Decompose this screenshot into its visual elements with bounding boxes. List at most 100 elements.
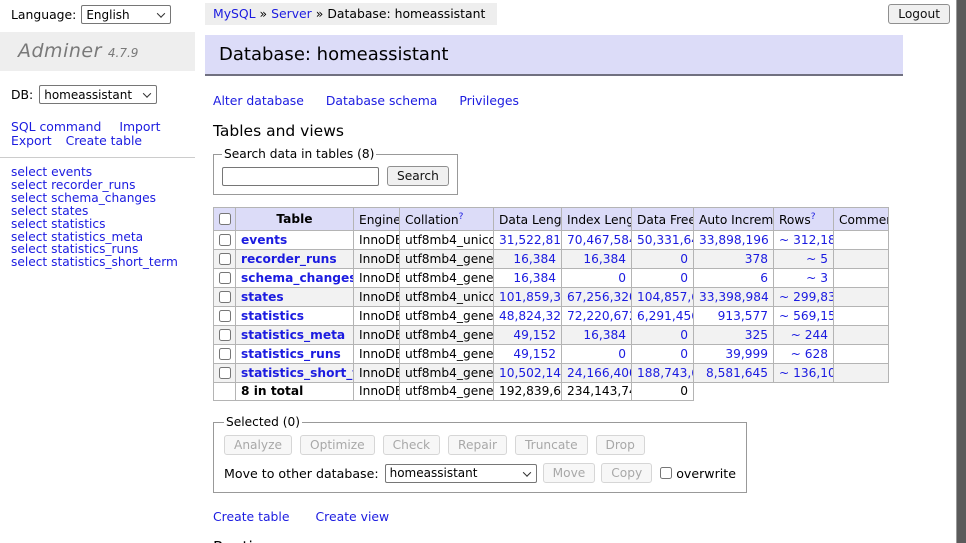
- rows-link[interactable]: ~ 136,108: [779, 366, 834, 380]
- table-link[interactable]: statistics_runs: [51, 242, 138, 256]
- logout-button[interactable]: Logout: [888, 4, 950, 24]
- truncate-button[interactable]: Truncate: [515, 435, 588, 455]
- row-checkbox[interactable]: [219, 367, 231, 379]
- optimize-button[interactable]: Optimize: [300, 435, 375, 455]
- privileges-link[interactable]: Privileges: [459, 93, 519, 108]
- table-name-link[interactable]: states: [241, 290, 284, 304]
- data-length-link[interactable]: 31,522,816: [499, 233, 562, 247]
- sidebar-link-export[interactable]: Export: [11, 133, 52, 148]
- table-name-link[interactable]: statistics_meta: [241, 328, 345, 342]
- breadcrumb-link[interactable]: MySQL: [213, 6, 256, 21]
- row-checkbox[interactable]: [219, 253, 231, 265]
- select-link[interactable]: select: [11, 204, 47, 218]
- copy-button[interactable]: Copy: [601, 463, 652, 483]
- sidebar-link-sql-command[interactable]: SQL command: [11, 119, 101, 134]
- alter-database-link[interactable]: Alter database: [213, 93, 304, 108]
- auto-increment-link[interactable]: 913,577: [718, 309, 768, 323]
- breadcrumb-link[interactable]: Server: [271, 6, 312, 21]
- table-link[interactable]: states: [51, 204, 88, 218]
- select-link[interactable]: select: [11, 230, 47, 244]
- data-length-link[interactable]: 48,824,320: [499, 309, 562, 323]
- select-all-checkbox[interactable]: [219, 213, 231, 225]
- rows-link[interactable]: ~ 628: [791, 347, 828, 361]
- auto-increment-link[interactable]: 8,581,645: [706, 366, 768, 380]
- table-name-link[interactable]: statistics_short_term: [241, 366, 354, 380]
- row-checkbox[interactable]: [219, 234, 231, 246]
- data-length-link[interactable]: 16,384: [513, 252, 556, 266]
- scrollbar[interactable]: [956, 0, 966, 543]
- data-length-link[interactable]: 16,384: [513, 271, 556, 285]
- row-checkbox[interactable]: [219, 272, 231, 284]
- index-length-link[interactable]: 0: [618, 271, 626, 285]
- rows-link[interactable]: ~ 244: [791, 328, 828, 342]
- table-name-link[interactable]: statistics_runs: [241, 347, 341, 361]
- select-link[interactable]: select: [11, 165, 47, 179]
- data-length-link[interactable]: 10,502,144: [499, 366, 562, 380]
- rows-link[interactable]: ~ 299,833: [779, 290, 834, 304]
- data-free-link[interactable]: 188,743,680: [637, 366, 694, 380]
- database-schema-link[interactable]: Database schema: [326, 93, 437, 108]
- drop-button[interactable]: Drop: [596, 435, 645, 455]
- data-length-link[interactable]: 101,859,328: [499, 290, 562, 304]
- analyze-button[interactable]: Analyze: [224, 435, 292, 455]
- index-length-link[interactable]: 16,384: [583, 252, 626, 266]
- data-free-link[interactable]: 0: [680, 252, 688, 266]
- row-checkbox[interactable]: [219, 329, 231, 341]
- row-checkbox[interactable]: [219, 291, 231, 303]
- data-length-link[interactable]: 49,152: [513, 328, 556, 342]
- data-length-link[interactable]: 49,152: [513, 347, 556, 361]
- table-link[interactable]: events: [51, 165, 92, 179]
- index-length-link[interactable]: 0: [618, 347, 626, 361]
- move-database-select[interactable]: homeassistant: [385, 464, 537, 483]
- data-free-link[interactable]: 0: [680, 271, 688, 285]
- data-free-link[interactable]: 0: [680, 347, 688, 361]
- create-view-link[interactable]: Create view: [316, 509, 390, 524]
- data-free-link[interactable]: 6,291,456: [637, 309, 694, 323]
- table-link[interactable]: schema_changes: [51, 191, 156, 205]
- auto-increment-link[interactable]: 378: [745, 252, 768, 266]
- rows-link[interactable]: ~ 312,180: [779, 233, 834, 247]
- search-input[interactable]: [222, 167, 379, 186]
- index-length-link[interactable]: 70,467,584: [567, 233, 632, 247]
- overwrite-checkbox[interactable]: [660, 467, 672, 479]
- row-checkbox[interactable]: [219, 310, 231, 322]
- select-link[interactable]: select: [11, 191, 47, 205]
- table-link[interactable]: statistics: [51, 217, 105, 231]
- scrollbar-thumb[interactable]: [957, 0, 966, 543]
- table-link[interactable]: statistics_short_term: [51, 255, 178, 269]
- language-select[interactable]: English: [81, 5, 171, 24]
- auto-increment-link[interactable]: 33,398,984: [699, 290, 769, 304]
- select-link[interactable]: select: [11, 242, 47, 256]
- data-free-link[interactable]: 104,857,600: [637, 290, 694, 304]
- index-length-link[interactable]: 16,384: [583, 328, 626, 342]
- create-table-link[interactable]: Create table: [213, 509, 290, 524]
- rows-link[interactable]: ~ 569,159: [779, 309, 834, 323]
- auto-increment-link[interactable]: 325: [745, 328, 768, 342]
- select-link[interactable]: select: [11, 178, 47, 192]
- help-link[interactable]: ?: [459, 212, 464, 222]
- adminer-logo-link[interactable]: Adminer: [18, 40, 102, 62]
- table-name-link[interactable]: statistics: [241, 309, 304, 323]
- move-button[interactable]: Move: [543, 463, 596, 483]
- table-link[interactable]: recorder_runs: [51, 178, 135, 192]
- table-name-link[interactable]: recorder_runs: [241, 252, 337, 266]
- auto-increment-link[interactable]: 39,999: [725, 347, 768, 361]
- row-checkbox[interactable]: [219, 348, 231, 360]
- help-link[interactable]: ?: [811, 212, 816, 222]
- rows-link[interactable]: ~ 5: [806, 252, 828, 266]
- check-button[interactable]: Check: [383, 435, 441, 455]
- table-name-link[interactable]: schema_changes: [241, 271, 354, 285]
- sidebar-link-create-table[interactable]: Create table: [66, 133, 143, 148]
- index-length-link[interactable]: 67,256,320: [567, 290, 632, 304]
- auto-increment-link[interactable]: 6: [760, 271, 768, 285]
- index-length-link[interactable]: 24,166,400: [567, 366, 632, 380]
- data-free-link[interactable]: 0: [680, 328, 688, 342]
- repair-button[interactable]: Repair: [448, 435, 507, 455]
- table-link[interactable]: statistics_meta: [51, 230, 143, 244]
- index-length-link[interactable]: 72,220,672: [567, 309, 632, 323]
- search-button[interactable]: Search: [387, 166, 449, 186]
- select-link[interactable]: select: [11, 217, 47, 231]
- auto-increment-link[interactable]: 33,898,196: [699, 233, 769, 247]
- sidebar-link-import[interactable]: Import: [119, 119, 160, 134]
- table-name-link[interactable]: events: [241, 233, 287, 247]
